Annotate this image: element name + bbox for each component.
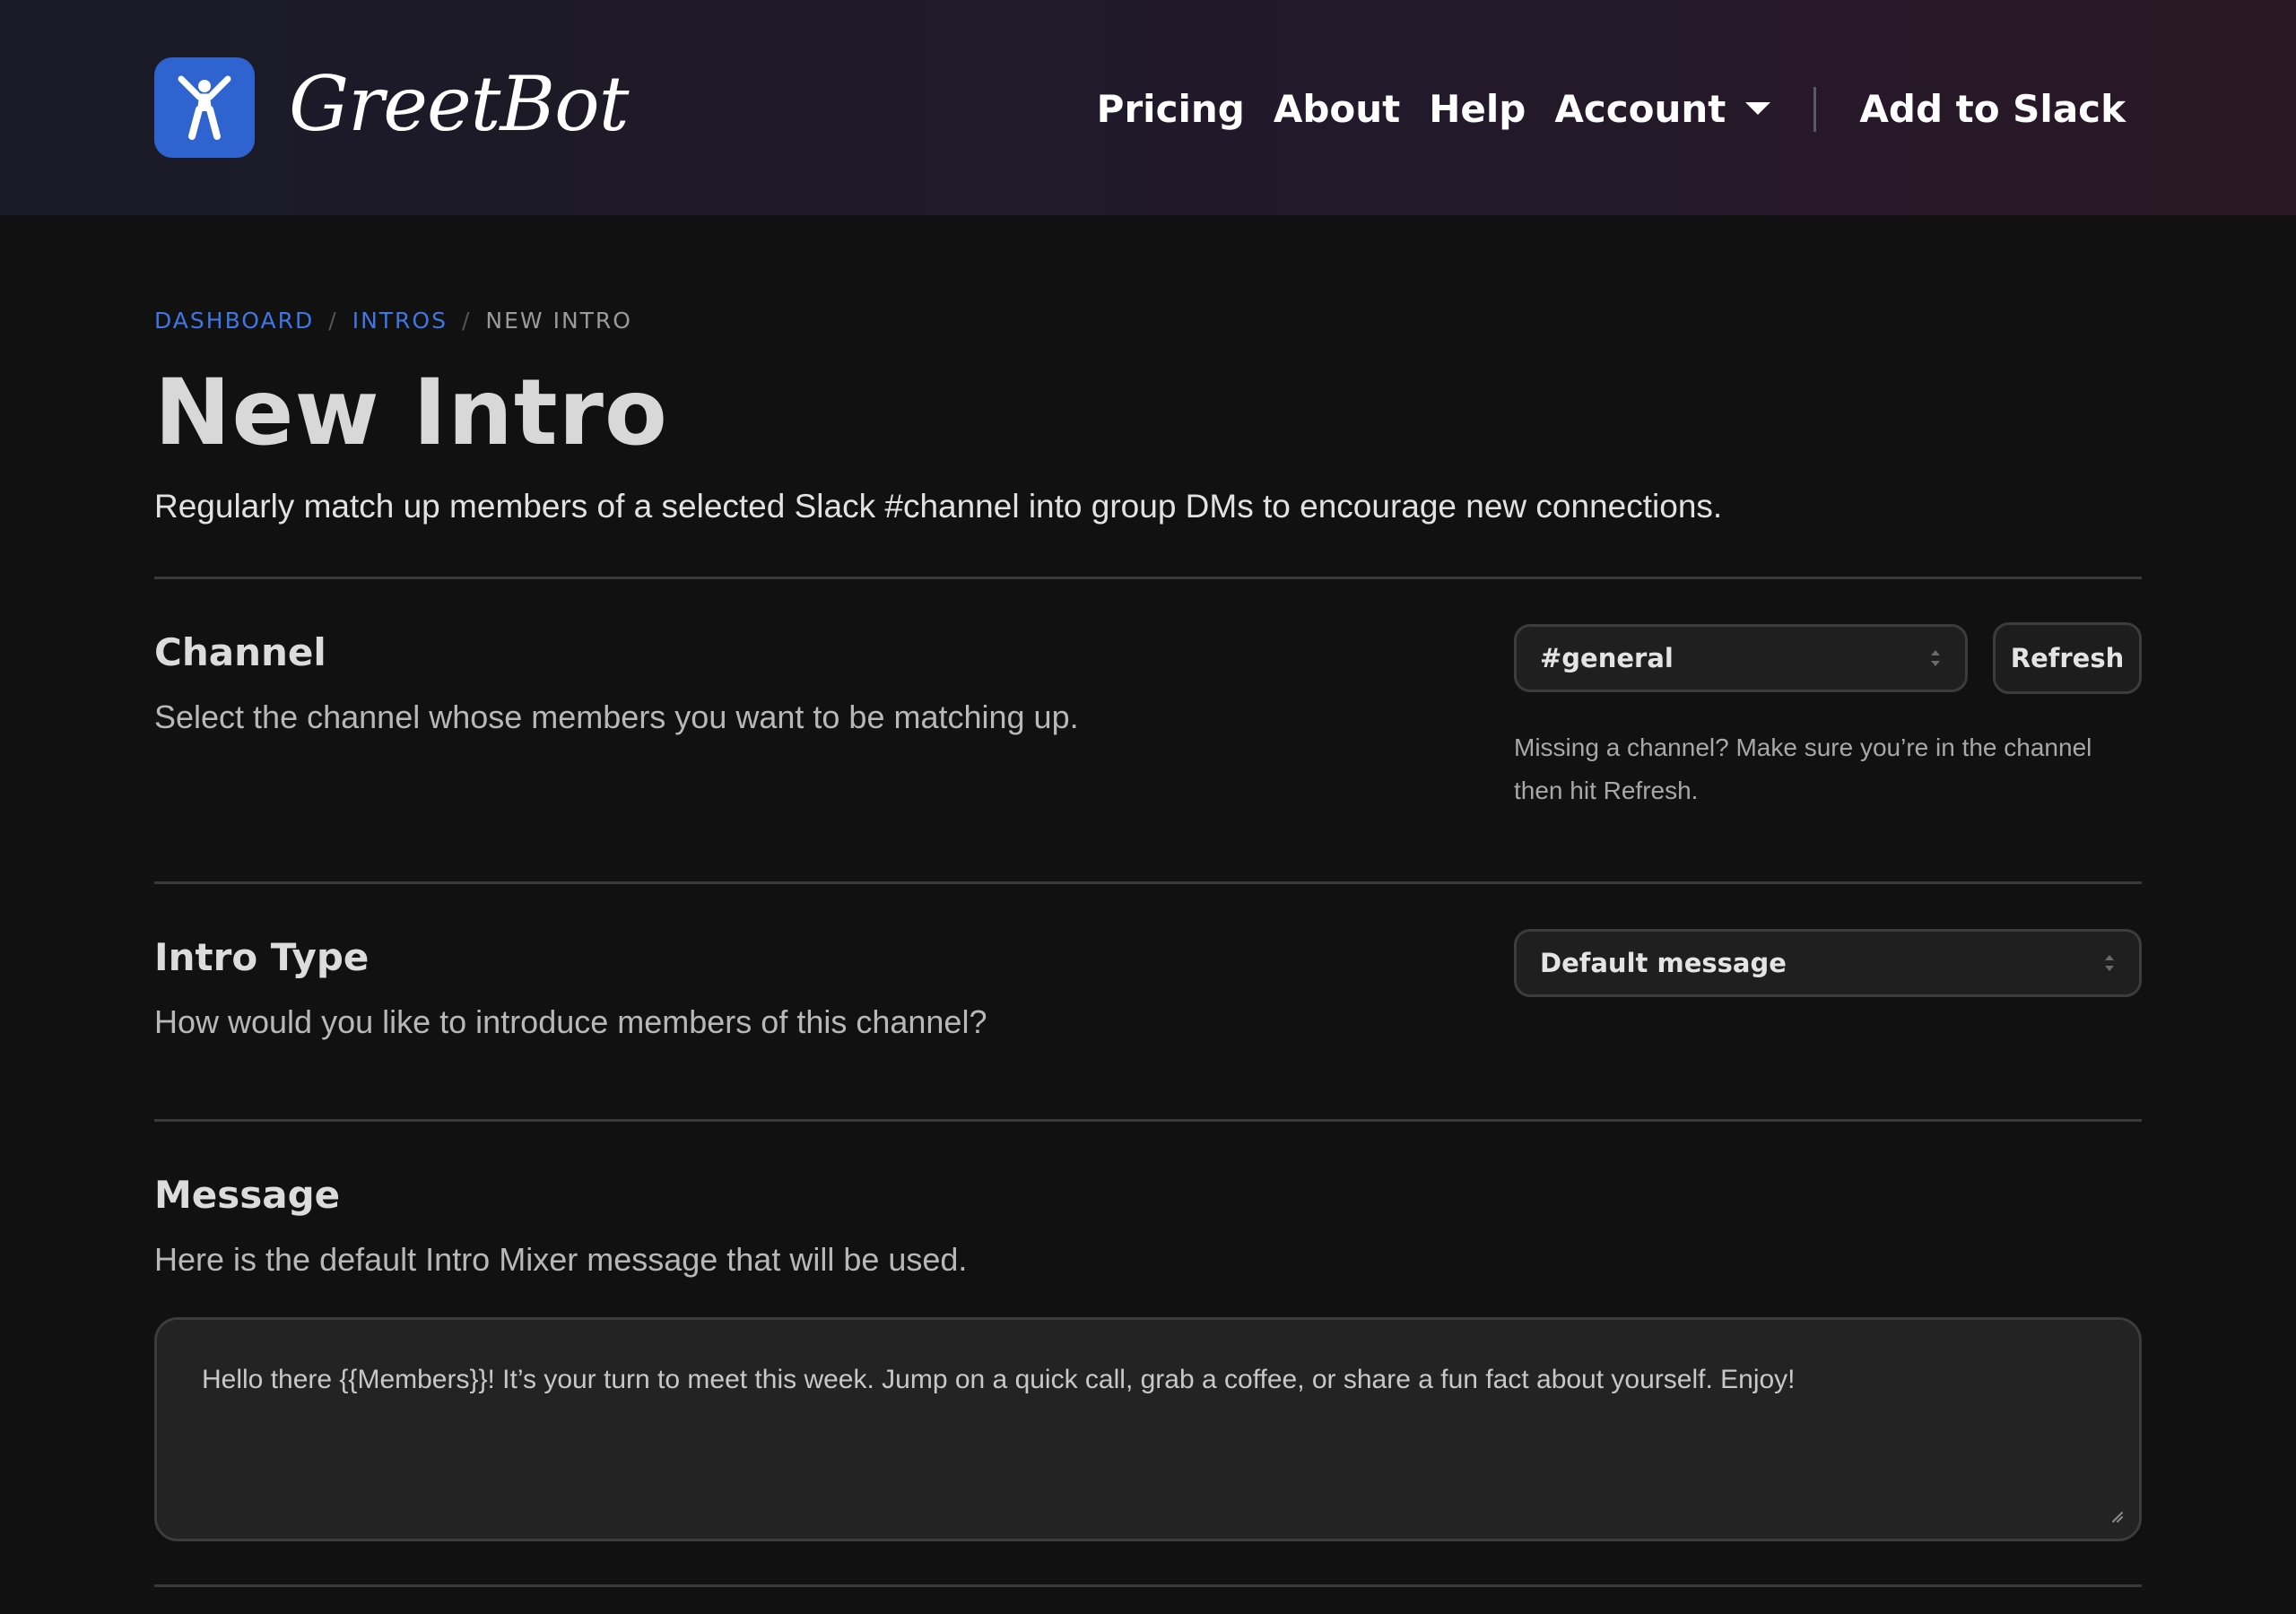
channel-select[interactable]: #general — [1514, 624, 1968, 692]
intro-type-section-description: How would you like to introduce members … — [154, 1003, 987, 1040]
refresh-button[interactable]: Refresh — [1993, 622, 2142, 694]
resize-grip-icon[interactable] — [2109, 1508, 2123, 1523]
message-section-description: Here is the default Intro Mixer message … — [154, 1241, 968, 1278]
breadcrumb-dashboard[interactable]: DASHBOARD — [154, 308, 314, 334]
caret-down-icon — [1745, 101, 1771, 115]
add-to-slack-button[interactable]: Add to Slack — [1859, 81, 2126, 138]
intro-type-select-value: Default message — [1540, 948, 1787, 978]
site-header: GreetBot Pricing About Help Account Add … — [0, 0, 2296, 215]
intro-type-section-title: Intro Type — [154, 935, 370, 979]
nav-item-help[interactable]: Help — [1429, 81, 1526, 138]
channel-section-title: Channel — [154, 630, 326, 674]
main-nav: Pricing About Help Account Add to Slack — [1097, 81, 2126, 138]
nav-item-about[interactable]: About — [1274, 81, 1400, 138]
person-arms-raised-icon — [178, 75, 231, 140]
breadcrumb-current: NEW INTRO — [485, 308, 632, 334]
breadcrumb: DASHBOARD / INTROS / NEW INTRO — [154, 305, 632, 337]
message-section-title: Message — [154, 1173, 341, 1217]
section-divider — [154, 577, 2142, 579]
channel-section-description: Select the channel whose members you wan… — [154, 699, 1079, 735]
page-description: Regularly match up members of a selected… — [154, 488, 1723, 525]
section-divider — [154, 881, 2142, 884]
message-textarea-value: Hello there {{Members}}! It’s your turn … — [202, 1365, 1796, 1394]
logo-icon[interactable] — [154, 57, 255, 158]
nav-item-account[interactable]: Account — [1554, 81, 1771, 138]
breadcrumb-separator: / — [461, 308, 472, 334]
intro-type-select[interactable]: Default message — [1514, 929, 2142, 997]
logo-wordmark[interactable]: GreetBot — [289, 50, 629, 158]
select-arrows-icon — [1931, 650, 1940, 666]
section-divider — [154, 1584, 2142, 1587]
nav-item-pricing[interactable]: Pricing — [1097, 81, 1245, 138]
breadcrumb-intros[interactable]: INTROS — [352, 308, 448, 334]
page-title: New Intro — [154, 360, 668, 466]
message-textarea[interactable]: Hello there {{Members}}! It’s your turn … — [154, 1317, 2142, 1541]
channel-help-text: Missing a channel? Make sure you’re in t… — [1514, 733, 2092, 804]
channel-select-value: #general — [1540, 643, 1674, 673]
nav-divider — [1813, 87, 1817, 132]
select-arrows-icon — [2105, 955, 2114, 971]
breadcrumb-separator: / — [328, 308, 338, 334]
section-divider — [154, 1119, 2142, 1122]
nav-item-account-label: Account — [1554, 87, 1726, 131]
